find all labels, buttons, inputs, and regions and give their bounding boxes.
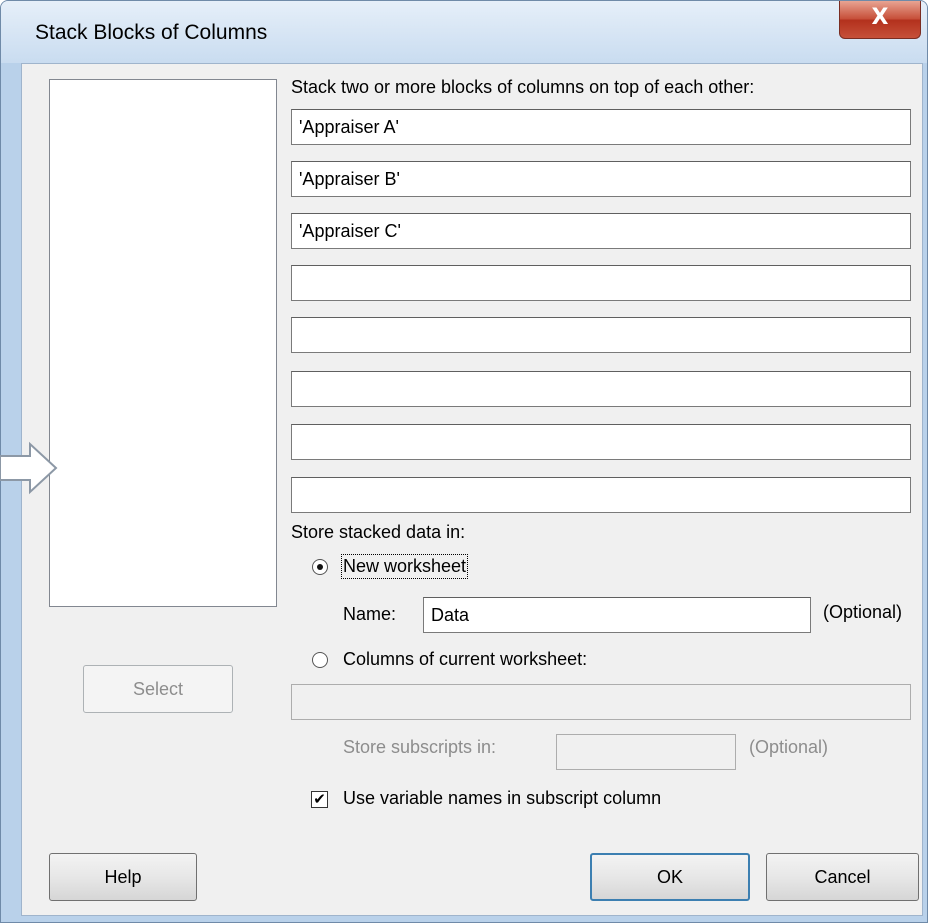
subscripts-label: Store subscripts in: <box>343 737 497 757</box>
block-field-6[interactable] <box>291 371 911 407</box>
use-varnames-checkbox[interactable]: ✔ <box>311 791 328 808</box>
block-field-2[interactable]: 'Appraiser B' <box>291 161 911 197</box>
columns-current-radio[interactable] <box>312 652 328 668</box>
ok-button[interactable]: OK <box>590 853 750 901</box>
help-button[interactable]: Help <box>49 853 197 901</box>
block-field-5[interactable] <box>291 317 911 353</box>
select-button[interactable]: Select <box>83 665 233 713</box>
checkmark-icon: ✔ <box>313 790 326 808</box>
right-arrow-icon <box>0 441 58 495</box>
stack-blocks-dialog: Stack Blocks of Columns X Stack two or m… <box>0 0 928 923</box>
use-varnames-label[interactable]: Use variable names in subscript column <box>343 788 661 809</box>
columns-current-label[interactable]: Columns of current worksheet: <box>343 649 587 670</box>
stack-instruction-label: Stack two or more blocks of columns on t… <box>291 77 755 97</box>
close-button[interactable]: X <box>839 1 921 39</box>
optional-hint-subscripts: (Optional) <box>749 737 829 757</box>
block-field-1[interactable]: 'Appraiser A' <box>291 109 911 145</box>
variables-listbox[interactable] <box>49 79 277 607</box>
title-bar[interactable]: Stack Blocks of Columns X <box>1 1 927 63</box>
new-worksheet-label[interactable]: New worksheet <box>340 554 469 579</box>
block-field-3[interactable]: 'Appraiser C' <box>291 213 911 249</box>
name-label: Name: <box>343 604 397 624</box>
subscripts-field[interactable] <box>556 734 736 770</box>
optional-hint-name: (Optional) <box>823 602 903 622</box>
columns-field[interactable] <box>291 684 911 720</box>
cancel-button[interactable]: Cancel <box>766 853 919 901</box>
dialog-title: Stack Blocks of Columns <box>35 21 268 44</box>
name-field[interactable]: Data <box>423 597 811 633</box>
store-label: Store stacked data in: <box>291 522 466 542</box>
new-worksheet-radio[interactable] <box>312 559 328 575</box>
block-field-7[interactable] <box>291 424 911 460</box>
block-field-4[interactable] <box>291 265 911 301</box>
close-icon: X <box>871 5 889 30</box>
block-field-8[interactable] <box>291 477 911 513</box>
